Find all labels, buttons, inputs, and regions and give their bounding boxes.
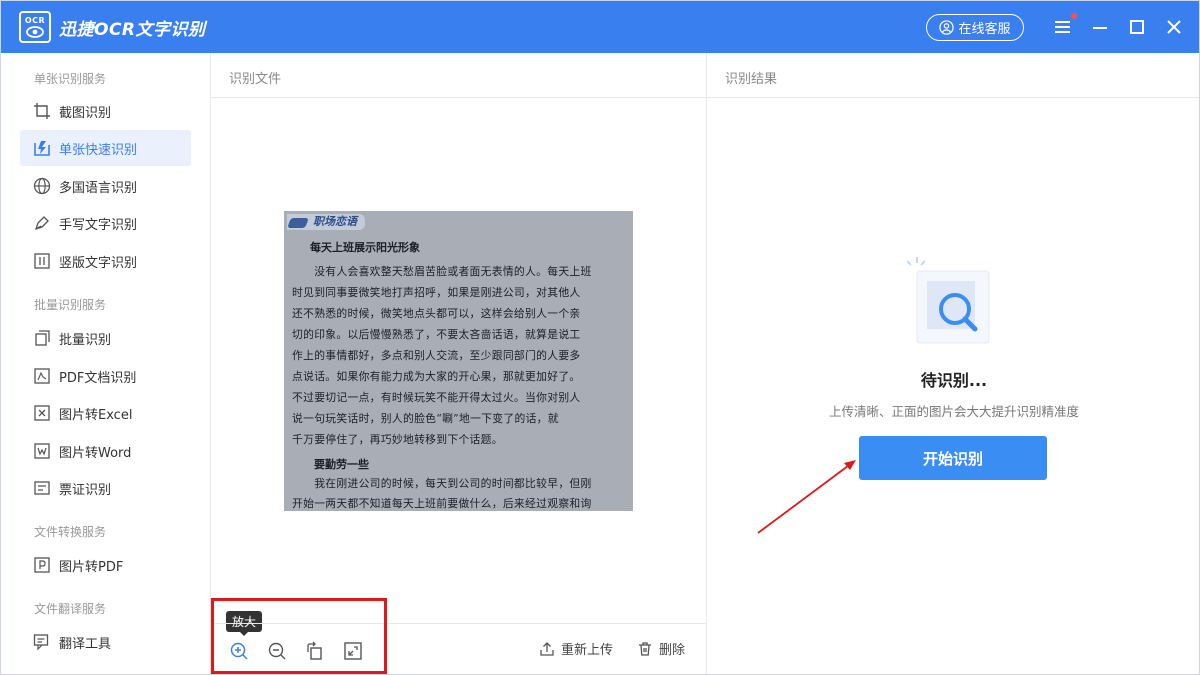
vertical-text-icon (32, 251, 52, 271)
sidebar-item-multilang[interactable]: 多国语言识别 (20, 168, 191, 204)
pending-status: 待识别... (920, 371, 988, 390)
section-title-convert: 文件转换服务 (34, 525, 107, 539)
sidebar-item-label: 竖版文字识别 (59, 255, 138, 271)
app-title: 迅捷OCR文字识别 (59, 20, 206, 40)
sidebar-item-label: PDF文档识别 (59, 370, 137, 386)
upload-hint: 上传清晰、正面的图片会大大提升识别精准度 (828, 404, 1079, 419)
pen-icon (32, 213, 52, 233)
sidebar-item-image-to-pdf[interactable]: 图片转PDF (20, 547, 191, 583)
doc-line: 千万要停住了，再巧妙地转移到下个话题。 (292, 433, 503, 446)
doc-title-2: 要勤劳一些 (314, 458, 369, 471)
sidebar-item-label: 票证识别 (59, 482, 112, 498)
fit-screen-icon (344, 642, 362, 660)
red-arrow-annotation (757, 460, 856, 534)
translate-icon (32, 632, 52, 652)
sidebar-item-label: 图片转PDF (59, 559, 124, 575)
doc-line: 作上的事情都好，多点和别人交流，至少跟同部门的人要多 (292, 349, 581, 362)
zoom-in-icon (230, 642, 248, 660)
online-service-button[interactable]: 在线客服 (926, 14, 1024, 41)
reupload-label: 重新上传 (561, 643, 614, 658)
file-panel: 识别文件 职场恋语 每天上班展示阳光形象 没有人会喜欢整天愁眉苦脸或者面无表情的… (211, 53, 707, 674)
online-service-label: 在线客服 (958, 22, 1011, 37)
close-icon (1167, 20, 1181, 34)
file-panel-header: 识别文件 (211, 53, 706, 98)
user-icon (939, 20, 955, 35)
start-recognition-button[interactable]: 开始识别 (859, 436, 1047, 480)
logo-text: OCR (24, 15, 46, 25)
maximize-button[interactable] (1125, 15, 1149, 39)
sidebar-item-screenshot[interactable]: 截图识别 (20, 93, 191, 129)
word-icon (32, 441, 52, 461)
batch-icon (32, 328, 52, 348)
doc-column-header: 职场恋语 (287, 214, 365, 230)
title-bar: OCR 迅捷OCR文字识别 在线客服 (1, 1, 1199, 53)
trash-icon (639, 641, 651, 656)
sidebar-item-label: 单张快速识别 (59, 142, 138, 158)
sidebar-item-translate[interactable]: 翻译工具 (20, 624, 191, 660)
fit-screen-button[interactable] (341, 639, 365, 663)
quick-scan-icon (32, 138, 52, 158)
minimize-button[interactable] (1088, 15, 1112, 39)
doc-line: 开始一两天都不知道每天上班前要做什么，后来经过观察和询 (292, 497, 592, 510)
ticket-icon (32, 478, 52, 498)
sidebar-item-handwriting[interactable]: 手写文字识别 (20, 205, 191, 241)
sidebar-item-label: 手写文字识别 (59, 217, 138, 233)
rotate-icon (307, 641, 322, 660)
section-title-batch: 批量识别服务 (34, 298, 107, 312)
close-button[interactable] (1162, 15, 1186, 39)
result-panel-header: 识别结果 (707, 53, 1199, 98)
section-title-translate: 文件翻译服务 (34, 602, 107, 616)
maximize-icon (1130, 20, 1144, 34)
section-title-single: 单张识别服务 (34, 72, 107, 86)
file-toolbar (211, 623, 706, 674)
sidebar-item-quick-recognize[interactable]: 单张快速识别 (20, 130, 191, 166)
result-panel: 识别结果 待识别... 上传清晰、正面的图片会大大提升识别精准度 开始识别 (707, 53, 1199, 674)
crop-icon (32, 101, 52, 121)
hamburger-icon (1055, 21, 1070, 33)
app-logo: OCR (19, 11, 51, 43)
doc-line: 我在刚进公司的时候，每天到公司的时间都比较早，但刚 (292, 477, 592, 490)
reupload-button[interactable]: 重新上传 (539, 639, 613, 658)
pdf-icon (32, 366, 52, 386)
document-preview: 职场恋语 每天上班展示阳光形象 没有人会喜欢整天愁眉苦脸或者面无表情的人。每天上… (284, 211, 633, 511)
sidebar-item-label: 翻译工具 (59, 636, 112, 652)
zoom-out-icon (268, 642, 286, 660)
image-to-pdf-icon (32, 555, 52, 575)
excel-icon (32, 403, 52, 423)
eye-icon (26, 25, 44, 38)
sidebar-item-label: 截图识别 (59, 105, 112, 121)
sidebar-item-vertical-text[interactable]: 竖版文字识别 (20, 243, 191, 279)
globe-icon (32, 176, 52, 196)
doc-line: 没有人会喜欢整天愁眉苦脸或者面无表情的人。每天上班 (292, 265, 592, 278)
doc-title-1: 每天上班展示阳光形象 (310, 241, 420, 254)
doc-line: 说一句玩笑话时，别人的脸色“唰”地一下变了的话，就 (292, 412, 559, 425)
sidebar: 单张识别服务 截图识别 单张快速识别 多国语言识别 手写文字识别 竖版文字识别 … (1, 53, 211, 674)
app-window: OCR 迅捷OCR文字识别 在线客服 单张识别服务 截图识别 单张快速识别 多国… (0, 0, 1200, 675)
sidebar-item-label: 批量识别 (59, 332, 112, 348)
sidebar-item-label: 图片转Excel (59, 407, 133, 423)
menu-button[interactable] (1051, 13, 1077, 39)
doc-line: 还不熟悉的时候，微笑地点头都可以，这样会给别人一个亲 (292, 307, 581, 320)
sidebar-item-ticket[interactable]: 票证识别 (20, 470, 191, 506)
zoom-out-button[interactable] (265, 639, 289, 663)
notification-dot (1071, 13, 1077, 19)
delete-label: 删除 (659, 643, 686, 658)
sidebar-item-pdf[interactable]: PDF文档识别 (20, 358, 191, 394)
rotate-button[interactable] (303, 639, 327, 663)
zoom-in-button[interactable] (227, 639, 251, 663)
magnifier-document-icon (906, 257, 990, 344)
doc-line: 不过要切记一点，有时候玩笑不能开得太过火。当你对别人 (292, 391, 581, 404)
doc-line: 时见到同事要微笑地打声招呼，如果是刚进公司，对其他人 (292, 286, 581, 299)
upload-icon (540, 641, 554, 656)
doc-line: 点说话。如果你有能力成为大家的开心果，那就更加好了。 (292, 370, 581, 383)
sidebar-item-label: 图片转Word (59, 445, 132, 461)
minimize-icon (1093, 27, 1107, 29)
sidebar-item-label: 多国语言识别 (59, 180, 138, 196)
doc-header-badge-icon (287, 218, 309, 228)
sidebar-item-word[interactable]: 图片转Word (20, 433, 191, 469)
delete-button[interactable]: 删除 (637, 639, 685, 658)
doc-line: 切的印象。以后慢慢熟悉了，不要太吝啬话语，就算是说工 (292, 328, 581, 341)
sidebar-item-batch[interactable]: 批量识别 (20, 320, 191, 356)
sidebar-item-excel[interactable]: 图片转Excel (20, 395, 191, 431)
